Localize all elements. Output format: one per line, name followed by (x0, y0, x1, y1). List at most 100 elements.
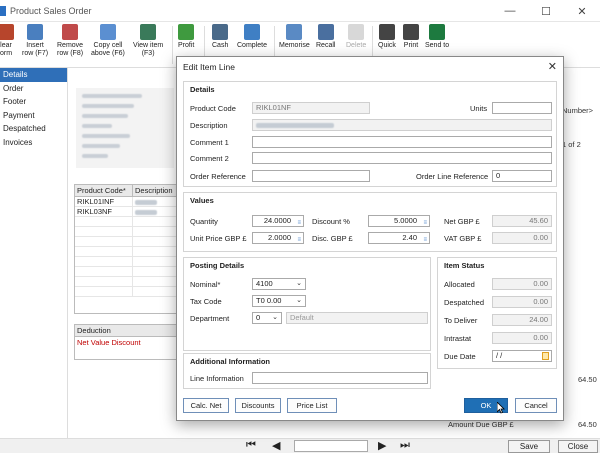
allocated-field[interactable]: 0.00 (492, 278, 552, 290)
unit-price-field[interactable]: 2.0000 ≡ (252, 232, 304, 244)
tax-code-dropdown[interactable]: T0 0.00 ⌄ (252, 295, 306, 307)
insert-row-button[interactable]: Insert row (F7) (22, 24, 48, 58)
memorise-button[interactable]: Memorise (279, 24, 310, 50)
cancel-button[interactable]: Cancel (515, 398, 557, 413)
to-deliver-field[interactable]: 24.00 (492, 314, 552, 326)
profit-button[interactable]: Profit (178, 24, 194, 50)
department-value: 0 (256, 313, 261, 322)
complete-button[interactable]: Complete (237, 24, 267, 50)
print-icon (403, 24, 419, 40)
to-deliver-label: To Deliver (444, 316, 478, 325)
department-label: Department (190, 314, 230, 323)
department-dropdown[interactable]: 0 ⌄ (252, 312, 282, 324)
close-button[interactable]: Close (558, 440, 598, 453)
copy-cell-label-2: above (F6) (91, 50, 125, 57)
recall-button[interactable]: Recall (316, 24, 335, 50)
quick-print-button[interactable]: Quick (378, 24, 396, 50)
column-header-product-code[interactable]: Product Code* (75, 185, 133, 196)
maximize-button[interactable]: ☐ (528, 0, 564, 22)
minimize-button[interactable]: — (492, 0, 528, 22)
product-code-cell: RIKL01INF (75, 197, 133, 206)
copy-cell-button[interactable]: Copy cell above (F6) (91, 24, 125, 58)
posting-details-title: Posting Details (190, 261, 245, 270)
remove-row-button[interactable]: Remove row (F8) (57, 24, 83, 58)
line-information-field[interactable] (252, 372, 428, 384)
nav-item-payment[interactable]: Payment (0, 109, 67, 123)
view-item-label-2: (F3) (141, 50, 155, 57)
tax-code-value: T0 0.00 (256, 296, 282, 305)
nav-item-despatched[interactable]: Despatched (0, 122, 67, 136)
units-field[interactable] (492, 102, 552, 114)
last-record-icon[interactable]: ⏭ (400, 439, 410, 452)
department-name-field[interactable]: Default (286, 312, 428, 324)
deduction-header: Deduction (75, 325, 179, 337)
copy-cell-icon (99, 24, 116, 40)
order-lines-grid: Product Code* Description RIKL01INF RIKL… (74, 184, 180, 314)
net-field[interactable]: 45.60 (492, 215, 552, 227)
calculator-icon[interactable]: ≡ (423, 218, 427, 226)
units-label: Units (470, 104, 488, 113)
unit-price-value: 2.0000 (268, 233, 291, 242)
memorise-icon (286, 24, 303, 40)
nav-item-details[interactable]: Details (0, 68, 67, 82)
deduction-row[interactable]: Net Value Discount (75, 337, 179, 349)
calendar-icon[interactable] (542, 352, 549, 360)
save-button[interactable]: Save (508, 440, 550, 453)
disc-gbp-field[interactable]: 2.40 ≡ (368, 232, 430, 244)
comment-1-field[interactable] (252, 136, 552, 148)
despatched-field[interactable]: 0.00 (492, 296, 552, 308)
column-header-description[interactable]: Description (133, 185, 179, 196)
nominal-dropdown[interactable]: 4100 ⌄ (252, 278, 306, 290)
record-number-field[interactable] (294, 440, 368, 452)
vat-label: VAT GBP £ (444, 234, 482, 243)
values-group: Values Quantity 24.0000 ≡ Discount % 5.0… (183, 192, 557, 252)
insert-row-label-2: row (F7) (22, 50, 49, 57)
next-record-icon[interactable]: ▶ (378, 439, 386, 452)
line-information-label: Line Information (190, 374, 244, 383)
print-button[interactable]: Print (403, 24, 419, 50)
due-date-field[interactable]: / / (492, 350, 552, 362)
close-window-button[interactable]: ✕ (564, 0, 600, 22)
dialog-close-icon[interactable]: ✕ (548, 60, 557, 73)
clear-form-button[interactable]: lear orm (0, 24, 14, 58)
additional-information-title: Additional Information (190, 357, 270, 366)
chevron-down-icon: ⌄ (296, 297, 302, 304)
remove-row-icon (62, 24, 79, 40)
cash-button[interactable]: Cash (212, 24, 228, 50)
insert-row-icon (27, 24, 44, 40)
intrastat-field[interactable]: 0.00 (492, 332, 552, 344)
previous-record-icon[interactable]: ◀ (272, 439, 280, 452)
background-value-1: 64.50 (578, 375, 597, 384)
order-line-reference-field[interactable]: 0 (492, 170, 552, 182)
nav-item-invoices[interactable]: Invoices (0, 136, 67, 150)
chevron-down-icon: ⌄ (296, 280, 302, 287)
calculator-icon[interactable]: ≡ (297, 235, 301, 243)
delete-button[interactable]: Delete (346, 24, 366, 50)
order-reference-field[interactable] (252, 170, 370, 182)
remove-row-label-1: Remove (57, 42, 84, 49)
quantity-field[interactable]: 24.0000 ≡ (252, 215, 304, 227)
price-list-button[interactable]: Price List (287, 398, 337, 413)
discounts-button[interactable]: Discounts (235, 398, 281, 413)
table-row[interactable]: RIKL01INF (75, 197, 179, 207)
calc-net-button[interactable]: Calc. Net (183, 398, 229, 413)
calculator-icon[interactable]: ≡ (423, 235, 427, 243)
intrastat-label: Intrastat (444, 334, 472, 343)
table-row[interactable]: RIKL03NF (75, 207, 179, 217)
description-field[interactable] (252, 119, 552, 131)
vat-field[interactable]: 0.00 (492, 232, 552, 244)
discount-percent-field[interactable]: 5.0000 ≡ (368, 215, 430, 227)
view-item-label-1: View item (133, 42, 164, 49)
nav-item-footer[interactable]: Footer (0, 95, 67, 109)
send-to-button[interactable]: Send to (425, 24, 449, 50)
calculator-icon[interactable]: ≡ (297, 218, 301, 226)
quantity-value: 24.0000 (263, 216, 291, 225)
discount-percent-label: Discount % (312, 217, 350, 226)
first-record-icon[interactable]: ⏮ (246, 439, 256, 452)
quantity-label: Quantity (190, 217, 218, 226)
comment-2-field[interactable] (252, 152, 552, 164)
send-to-label: Send to (425, 42, 450, 49)
product-code-field[interactable]: RIKL01NF (252, 102, 370, 114)
view-item-button[interactable]: View item (F3) (133, 24, 163, 58)
nav-item-order[interactable]: Order (0, 82, 67, 96)
